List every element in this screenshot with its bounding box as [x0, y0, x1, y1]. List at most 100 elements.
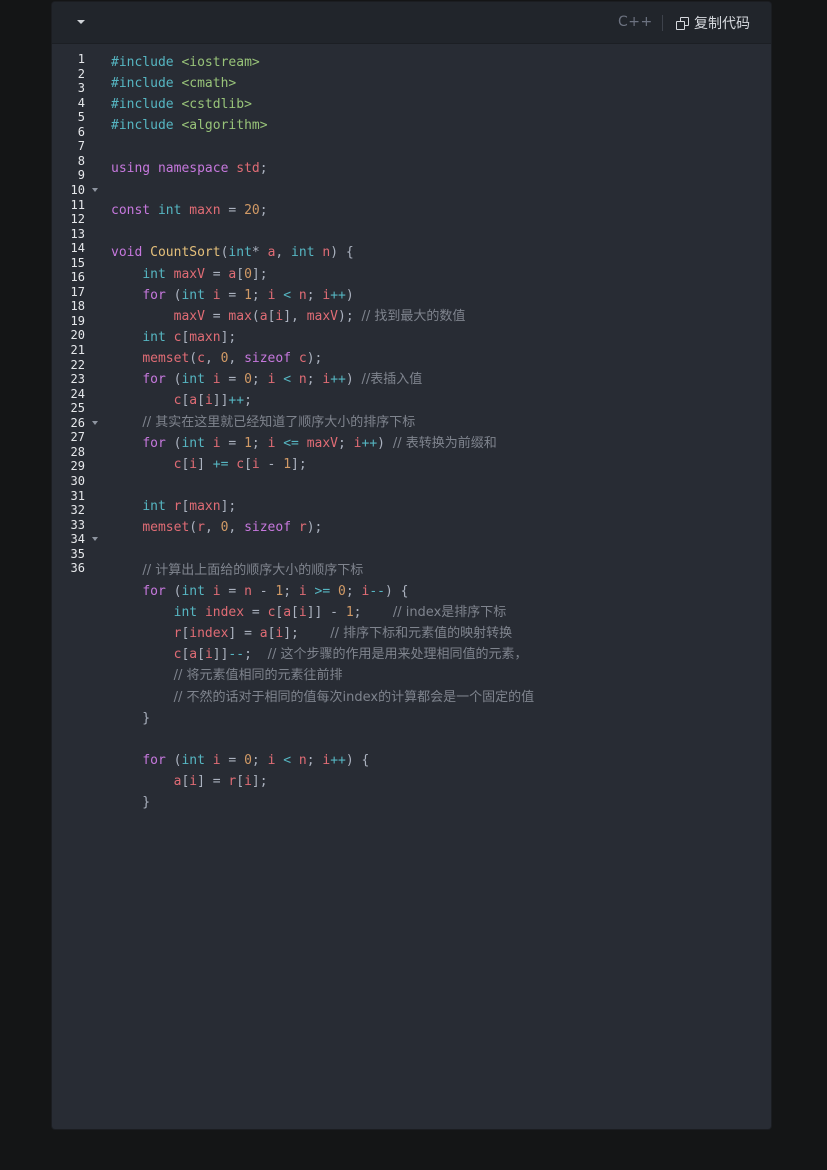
code-line: r[index] = a[i]; // 排序下标和元素值的映射转换 — [111, 623, 512, 644]
code-token: ]] — [212, 647, 229, 663]
code-token: i — [212, 372, 221, 388]
code-token: <= — [283, 435, 299, 451]
line-number: 2 — [77, 66, 85, 81]
code-line: } — [111, 792, 150, 813]
copy-code-button[interactable]: 复制代码 — [676, 13, 750, 33]
code-token: } — [111, 710, 151, 726]
code-token: -- — [369, 583, 385, 599]
code-line: c[a[i]]--; // 这个步骤的作用是用来处理相同值的元素， — [111, 644, 528, 665]
code-token: ]; — [291, 456, 307, 472]
code-token: < — [283, 752, 292, 768]
caret-down-icon[interactable] — [73, 14, 89, 30]
code-token: for — [142, 752, 166, 768]
code-token: // 不然的话对于相同的值每次index的计算都会是一个固定的值 — [173, 689, 535, 705]
code-token: 0 — [244, 752, 252, 768]
line-number: 4 — [77, 95, 85, 110]
copy-code-label: 复制代码 — [694, 16, 750, 32]
code-line: for (int i = 0; i < n; i++) { — [111, 750, 369, 771]
line-number: 3 — [77, 81, 85, 96]
code-token: [ — [197, 393, 205, 409]
code-token: c — [298, 351, 307, 367]
code-token: a — [259, 308, 268, 324]
code-token: n — [244, 583, 252, 599]
code-token: int — [291, 245, 315, 261]
code-token: ++ — [228, 393, 245, 409]
line-number: 19 — [70, 313, 85, 328]
code-token: n — [298, 372, 307, 388]
code-token: ; — [306, 287, 323, 303]
code-token: >= — [314, 583, 331, 599]
code-token: a — [189, 393, 198, 409]
code-token: for — [142, 583, 166, 599]
fold-toggle-icon[interactable] — [92, 187, 98, 192]
code-token: i — [204, 647, 213, 663]
line-number: 29 — [70, 459, 85, 474]
line-number: 22 — [70, 357, 85, 372]
code-token: c — [197, 351, 205, 367]
line-number: 28 — [70, 444, 85, 459]
code-token: < — [283, 287, 292, 303]
code-token: int — [181, 287, 205, 303]
code-token: 0 — [244, 266, 252, 282]
code-token: // 这个步骤的作用是用来处理相同值的元素， — [267, 647, 528, 663]
line-number: 7 — [77, 139, 85, 154]
code-token: // 将元素值相同的元素往前排 — [173, 668, 343, 684]
code-token: ]; — [220, 329, 237, 345]
code-token: void — [111, 245, 143, 261]
code-line: const int maxn = 20; — [111, 200, 268, 221]
fold-toggle-icon[interactable] — [92, 420, 98, 425]
code-token: CountSort — [150, 245, 221, 261]
code-token: int — [181, 752, 205, 768]
code-token: int — [142, 266, 166, 282]
code-token: <cstdlib> — [181, 97, 252, 113]
code-token: i — [322, 752, 331, 768]
code-token: max — [228, 308, 252, 324]
code-token: 1 — [244, 287, 252, 303]
code-token: 0 — [244, 372, 252, 388]
line-number: 31 — [70, 488, 85, 503]
code-token: maxV — [173, 308, 205, 324]
code-token: ); — [306, 520, 323, 536]
code-token: , — [204, 520, 221, 536]
code-token: ; — [251, 372, 268, 388]
code-token: ; — [251, 435, 268, 451]
code-token: i — [204, 393, 213, 409]
code-token: index — [189, 626, 229, 642]
code-token: i — [212, 287, 221, 303]
code-token: = — [220, 287, 245, 303]
code-token: int — [181, 435, 205, 451]
code-token: ( — [165, 435, 182, 451]
code-token: ; — [251, 287, 268, 303]
line-number: 34 — [70, 532, 85, 547]
code-token: += — [212, 456, 229, 472]
code-token: = — [204, 308, 229, 324]
code-line: int r[maxn]; — [111, 496, 236, 517]
code-token: // 排序下标和元素值的映射转换 — [330, 626, 513, 642]
code-token: i — [322, 287, 331, 303]
code-token: using — [111, 160, 151, 176]
line-number: 18 — [70, 299, 85, 314]
code-token: const — [111, 203, 151, 219]
fold-toggle-icon[interactable] — [92, 537, 98, 542]
code-token: for — [142, 372, 166, 388]
code-line: c[i] += c[i - 1]; — [111, 454, 307, 475]
code-token: = — [220, 203, 245, 219]
code-line: #include <algorithm> — [111, 115, 268, 136]
code-token: ; — [283, 583, 299, 599]
code-token: i — [322, 372, 331, 388]
line-number: 11 — [70, 197, 85, 212]
code-line: // 不然的话对于相同的值每次index的计算都会是一个固定的值 — [111, 687, 534, 708]
